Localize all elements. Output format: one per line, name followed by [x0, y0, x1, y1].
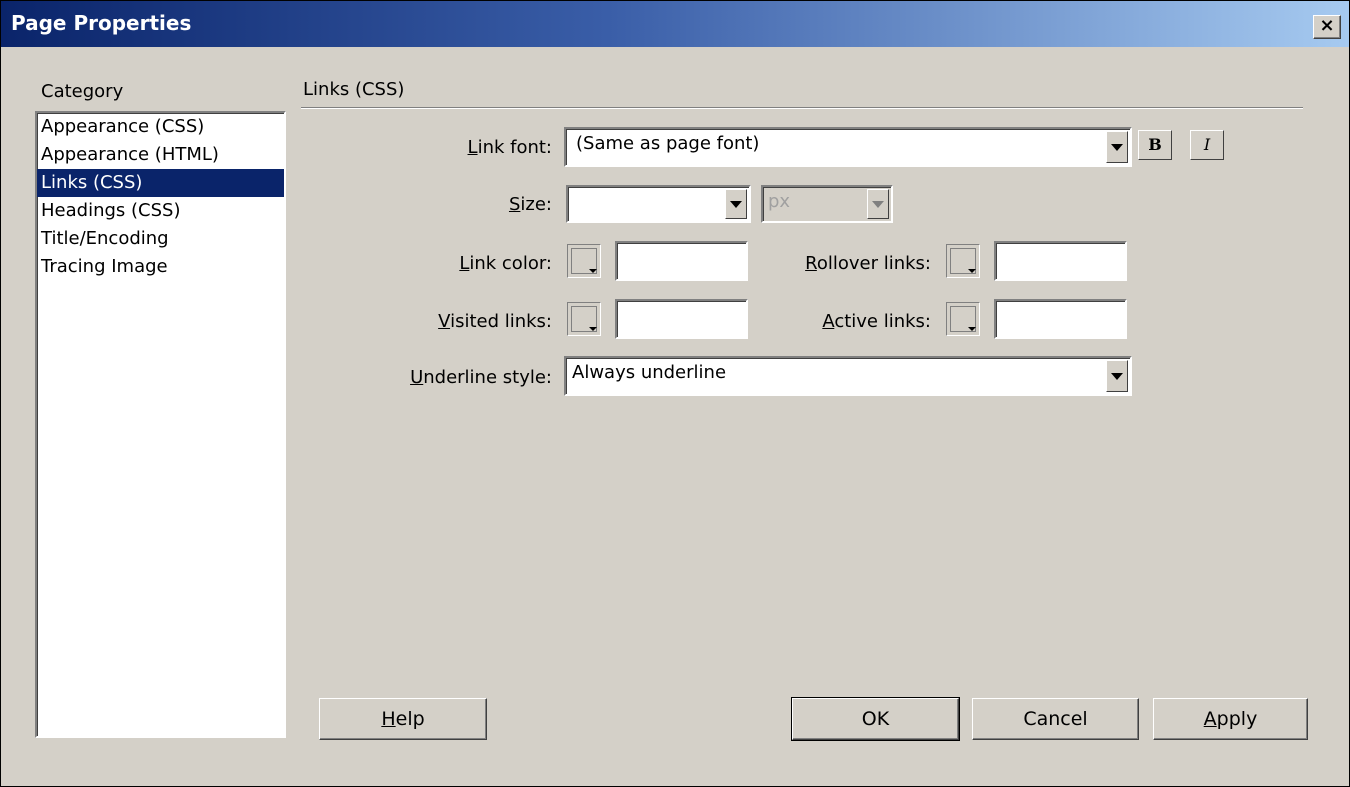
category-item-tracing-image[interactable]: Tracing Image — [37, 253, 284, 281]
underline-style-label: Underline style: — [410, 367, 552, 388]
active-links-label: Active links: — [822, 311, 931, 332]
apply-button[interactable]: Apply — [1153, 698, 1308, 740]
size-label: Size: — [509, 194, 552, 215]
category-item-title-encoding[interactable]: Title/Encoding — [37, 225, 284, 253]
apply-button-text: pply — [1216, 708, 1258, 730]
category-label: Category — [41, 81, 124, 102]
ok-button[interactable]: OK — [791, 697, 960, 741]
chevron-down-icon — [872, 201, 884, 208]
link-color-input[interactable] — [615, 241, 748, 281]
visited-links-color-picker[interactable] — [567, 302, 601, 336]
category-list[interactable]: Appearance (CSS) Appearance (HTML) Links… — [35, 111, 286, 738]
link-color-label: Link color: — [459, 253, 552, 274]
rollover-links-label-text: ollover links: — [816, 253, 931, 274]
chevron-down-icon — [730, 201, 742, 208]
link-color-label-mnemonic: L — [459, 253, 470, 274]
chevron-down-icon — [968, 327, 976, 331]
visited-links-input[interactable] — [615, 299, 748, 339]
link-color-label-text: ink color: — [469, 253, 552, 274]
panel-title: Links (CSS) — [303, 79, 405, 100]
panel-separator — [301, 107, 1303, 109]
chevron-down-icon — [1111, 373, 1123, 380]
size-dropdown-button[interactable] — [725, 189, 747, 219]
size-select[interactable] — [566, 185, 751, 223]
page-properties-dialog: Page Properties × Category Appearance (C… — [0, 0, 1350, 787]
visited-links-label-text: isited links: — [450, 311, 552, 332]
active-links-color-picker[interactable] — [946, 302, 980, 336]
close-icon: × — [1319, 15, 1335, 36]
category-item-appearance-css[interactable]: Appearance (CSS) — [37, 113, 284, 141]
dialog-title: Page Properties — [11, 11, 192, 35]
active-links-label-mnemonic: A — [822, 311, 835, 332]
link-font-label: Link font: — [468, 137, 552, 158]
active-links-label-text: ctive links: — [834, 311, 931, 332]
size-label-mnemonic: S — [508, 194, 521, 215]
cancel-button[interactable]: Cancel — [972, 698, 1139, 740]
close-button[interactable]: × — [1313, 15, 1341, 39]
rollover-links-input[interactable] — [994, 241, 1127, 281]
title-bar: Page Properties × — [1, 1, 1349, 47]
link-font-label-text: ink font: — [477, 137, 552, 158]
apply-button-mnemonic: A — [1203, 708, 1217, 730]
link-color-picker[interactable] — [567, 244, 601, 278]
active-links-input[interactable] — [994, 299, 1127, 339]
italic-button[interactable]: I — [1190, 130, 1224, 160]
category-item-appearance-html[interactable]: Appearance (HTML) — [37, 141, 284, 169]
chevron-down-icon — [968, 269, 976, 273]
chevron-down-icon — [589, 327, 597, 331]
underline-style-dropdown-button[interactable] — [1106, 360, 1128, 392]
category-item-links-css[interactable]: Links (CSS) — [37, 169, 284, 197]
rollover-links-color-picker[interactable] — [946, 244, 980, 278]
chevron-down-icon — [589, 269, 597, 273]
size-unit-value: px — [768, 191, 791, 212]
bold-button[interactable]: B — [1138, 130, 1172, 160]
link-font-select[interactable]: (Same as page font) — [564, 127, 1132, 167]
visited-links-label-mnemonic: V — [438, 311, 451, 332]
underline-style-value: Always underline — [572, 362, 727, 383]
rollover-links-label-mnemonic: R — [805, 253, 817, 274]
size-label-text: ize: — [520, 194, 552, 215]
size-unit-dropdown-button[interactable] — [867, 189, 889, 219]
rollover-links-label: Rollover links: — [805, 253, 931, 274]
visited-links-label: Visited links: — [438, 311, 552, 332]
help-button-text: elp — [395, 708, 425, 730]
category-item-headings-css[interactable]: Headings (CSS) — [37, 197, 284, 225]
link-font-label-mnemonic: L — [467, 137, 478, 158]
underline-style-select[interactable]: Always underline — [564, 356, 1132, 396]
link-font-dropdown-button[interactable] — [1106, 131, 1128, 163]
chevron-down-icon — [1111, 144, 1123, 151]
help-button[interactable]: Help — [319, 698, 487, 740]
link-font-value: (Same as page font) — [576, 133, 760, 154]
underline-style-label-mnemonic: U — [410, 367, 424, 388]
size-unit-select[interactable]: px — [761, 185, 893, 223]
underline-style-label-text: nderline style: — [423, 367, 552, 388]
help-button-mnemonic: H — [381, 708, 396, 730]
